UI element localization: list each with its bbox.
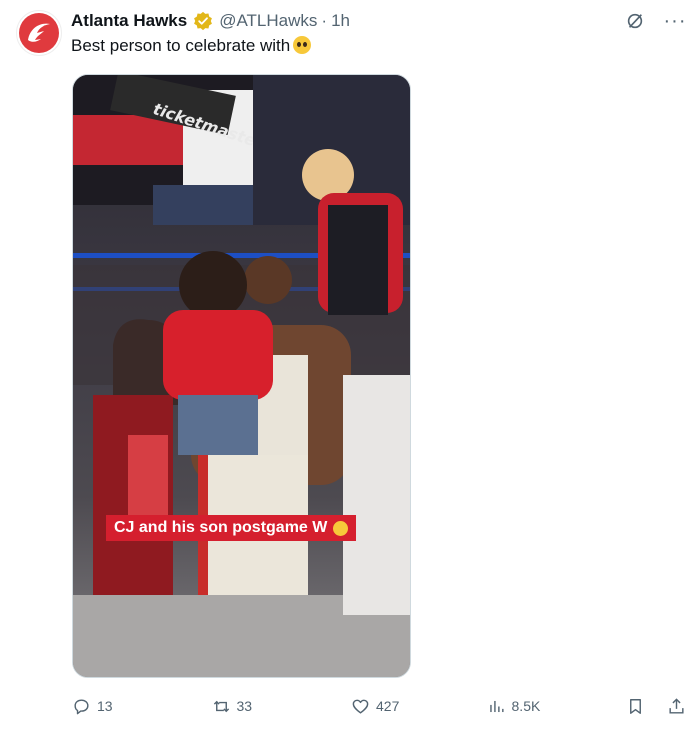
share-icon: [669, 697, 684, 714]
share-button[interactable]: [667, 697, 686, 716]
bookmark-icon: [630, 698, 641, 714]
video-caption-text: CJ and his son postgame W: [114, 519, 328, 536]
reply-button[interactable]: 13: [72, 697, 212, 716]
reply-icon: [74, 698, 89, 714]
tweet-media-video[interactable]: ticketmaster CJ and his son postgame W: [72, 74, 411, 678]
grok-icon[interactable]: [624, 10, 646, 32]
tweet-text: Best person to celebrate with: [71, 36, 312, 56]
bookmark-button[interactable]: [626, 697, 645, 716]
tweet-header: Atlanta Hawks @ATLHawks · 1h: [71, 10, 350, 32]
views-count: 8.5K: [511, 698, 541, 714]
reply-count: 13: [97, 698, 113, 714]
top-actions: ···: [624, 10, 686, 32]
verified-badge-icon: [193, 11, 213, 31]
pleading-face-emoji-icon: [333, 520, 349, 536]
tweet-card[interactable]: Atlanta Hawks @ATLHawks · 1h Best person…: [0, 0, 700, 729]
views-icon: [489, 700, 504, 712]
more-icon[interactable]: ···: [664, 10, 686, 32]
views-button[interactable]: 8.5K: [487, 697, 627, 716]
display-name[interactable]: Atlanta Hawks: [71, 11, 187, 31]
media-scene: ticketmaster: [73, 75, 410, 677]
hawks-logo-icon: [19, 13, 59, 53]
video-caption: CJ and his son postgame W: [106, 515, 357, 541]
repost-icon: [213, 700, 229, 712]
pleading-face-emoji-icon: [293, 36, 312, 54]
handle[interactable]: @ATLHawks: [219, 11, 317, 31]
like-count: 427: [376, 698, 400, 714]
tweet-text-content: Best person to celebrate with: [71, 36, 291, 55]
tweet-actions: 13 33 427 8.5K: [72, 694, 686, 718]
separator-dot: ·: [321, 11, 328, 30]
timestamp[interactable]: 1h: [331, 11, 350, 31]
like-icon: [352, 699, 369, 714]
like-button[interactable]: 427: [351, 697, 487, 716]
avatar[interactable]: [16, 10, 62, 56]
repost-button[interactable]: 33: [212, 697, 352, 716]
repost-count: 33: [236, 698, 253, 714]
